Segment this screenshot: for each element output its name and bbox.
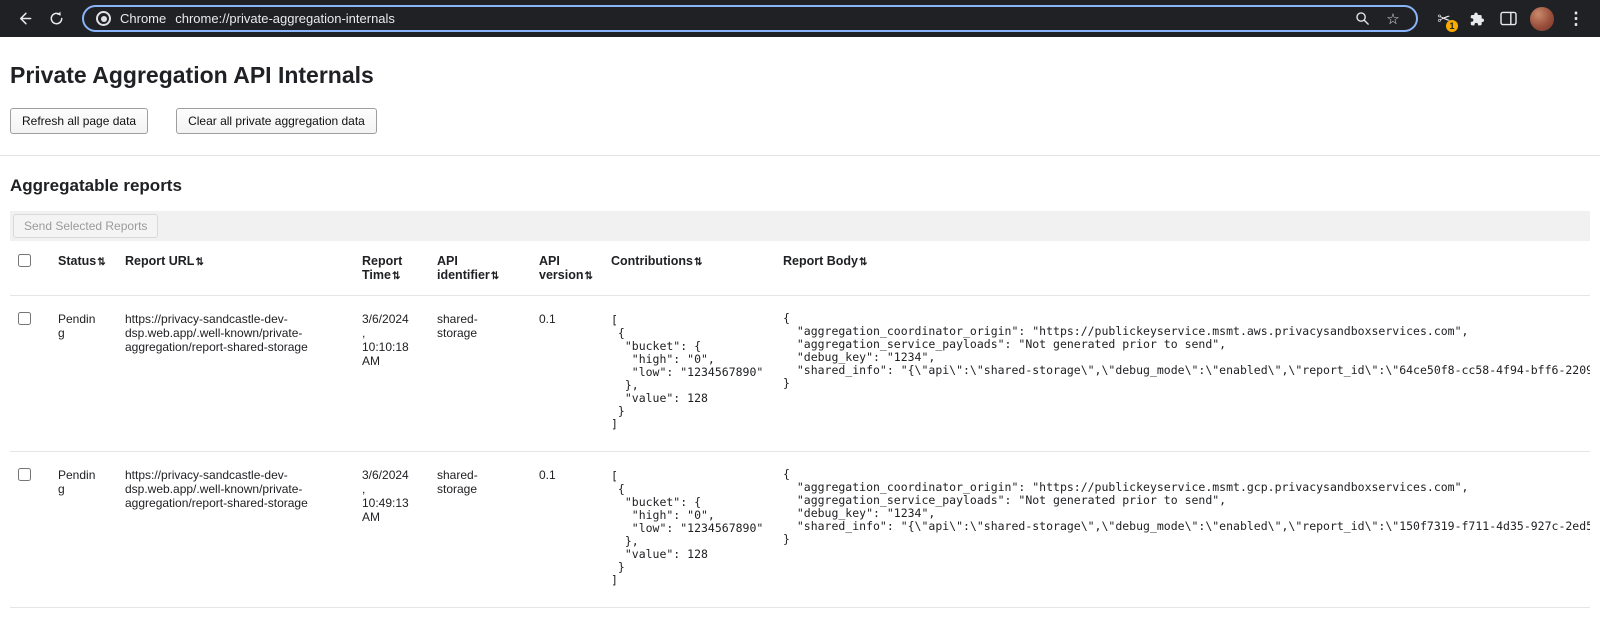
reload-icon[interactable] [42,5,70,33]
section-title: Aggregatable reports [10,176,1590,196]
sort-icon: ⇅ [491,271,499,282]
extensions-puzzle-icon[interactable] [1462,5,1490,33]
header-label: Status [58,254,96,268]
report-time-cell: 3/6/2024, 10:10:18 AM [362,296,437,452]
back-icon[interactable] [10,5,38,33]
table-row: Pending https://privacy-sandcastle-dev-d… [10,296,1590,452]
sort-icon: ⇅ [392,271,400,282]
row-checkbox-cell [10,296,58,452]
status-cell: Pending [58,452,125,608]
contributions-cell: [ { "bucket": { "high": "0", "low": "123… [611,452,783,608]
report-url-cell: https://privacy-sandcastle-dev-dsp.web.a… [125,452,362,608]
header-label: Report URL [125,254,194,268]
refresh-all-button[interactable]: Refresh all page data [10,108,148,134]
omnibox-url[interactable]: chrome://private-aggregation-internals [175,11,395,26]
chrome-logo-icon [96,11,111,26]
header-contributions[interactable]: Contributions⇅ [611,241,783,296]
page-actions: Refresh all page data Clear all private … [10,108,1590,134]
header-report-body[interactable]: Report Body⇅ [783,241,1590,296]
kebab-menu-icon[interactable]: ⋮ [1562,5,1590,33]
header-status[interactable]: Status⇅ [58,241,125,296]
report-body-json: { "aggregation_coordinator_origin": "htt… [783,312,1564,390]
contributions-json: [ { "bucket": { "high": "0", "low": "123… [611,470,757,587]
omnibox-site-label: Chrome [120,11,166,26]
profile-avatar[interactable] [1530,7,1554,31]
header-api-identifier[interactable]: API identifier⇅ [437,241,539,296]
header-label: API version [539,254,583,282]
bookmark-star-icon[interactable]: ☆ [1382,8,1404,30]
table-row: Pending https://privacy-sandcastle-dev-d… [10,452,1590,608]
contributions-cell: [ { "bucket": { "high": "0", "low": "123… [611,296,783,452]
extension-scissors-icon[interactable]: ✂1 [1430,5,1458,33]
header-report-time[interactable]: Report Time⇅ [362,241,437,296]
contributions-json: [ { "bucket": { "high": "0", "low": "123… [611,314,757,431]
page-title: Private Aggregation API Internals [10,62,1590,89]
row-checkbox[interactable] [18,468,31,481]
header-report-url[interactable]: Report URL⇅ [125,241,362,296]
header-label: Report Body [783,254,858,268]
header-api-version[interactable]: API version⇅ [539,241,611,296]
report-time-cell: 3/6/2024, 10:49:13 AM [362,452,437,608]
api-identifier-cell: shared-storage [437,452,539,608]
header-label: API identifier [437,254,490,282]
page-content: Private Aggregation API Internals Refres… [0,62,1600,608]
extension-badge: 1 [1446,20,1458,32]
header-label: Contributions [611,254,693,268]
divider [0,155,1600,156]
report-url-cell: https://privacy-sandcastle-dev-dsp.web.a… [125,296,362,452]
row-checkbox-cell [10,452,58,608]
row-checkbox[interactable] [18,312,31,325]
sort-icon: ⇅ [97,257,105,268]
api-version-cell: 0.1 [539,296,611,452]
reports-table: Status⇅ Report URL⇅ Report Time⇅ API ide… [10,241,1590,608]
api-version-cell: 0.1 [539,452,611,608]
status-cell: Pending [58,296,125,452]
report-body-cell: { "aggregation_coordinator_origin": "htt… [783,452,1590,608]
reports-toolbar: Send Selected Reports [10,211,1590,241]
select-all-cell [10,241,58,296]
clear-all-button[interactable]: Clear all private aggregation data [176,108,377,134]
sort-icon: ⇅ [195,257,203,268]
search-icon[interactable] [1351,8,1373,30]
sort-icon: ⇅ [584,271,592,282]
sort-icon: ⇅ [859,257,867,268]
select-all-checkbox[interactable] [18,254,31,267]
side-panel-icon[interactable] [1494,5,1522,33]
sort-icon: ⇅ [694,257,702,268]
report-body-cell: { "aggregation_coordinator_origin": "htt… [783,296,1590,452]
api-identifier-cell: shared-storage [437,296,539,452]
report-body-json: { "aggregation_coordinator_origin": "htt… [783,468,1564,546]
send-selected-button[interactable]: Send Selected Reports [13,214,158,238]
table-header-row: Status⇅ Report URL⇅ Report Time⇅ API ide… [10,241,1590,296]
omnibox[interactable]: Chrome chrome://private-aggregation-inte… [82,5,1418,32]
browser-toolbar: Chrome chrome://private-aggregation-inte… [0,0,1600,37]
